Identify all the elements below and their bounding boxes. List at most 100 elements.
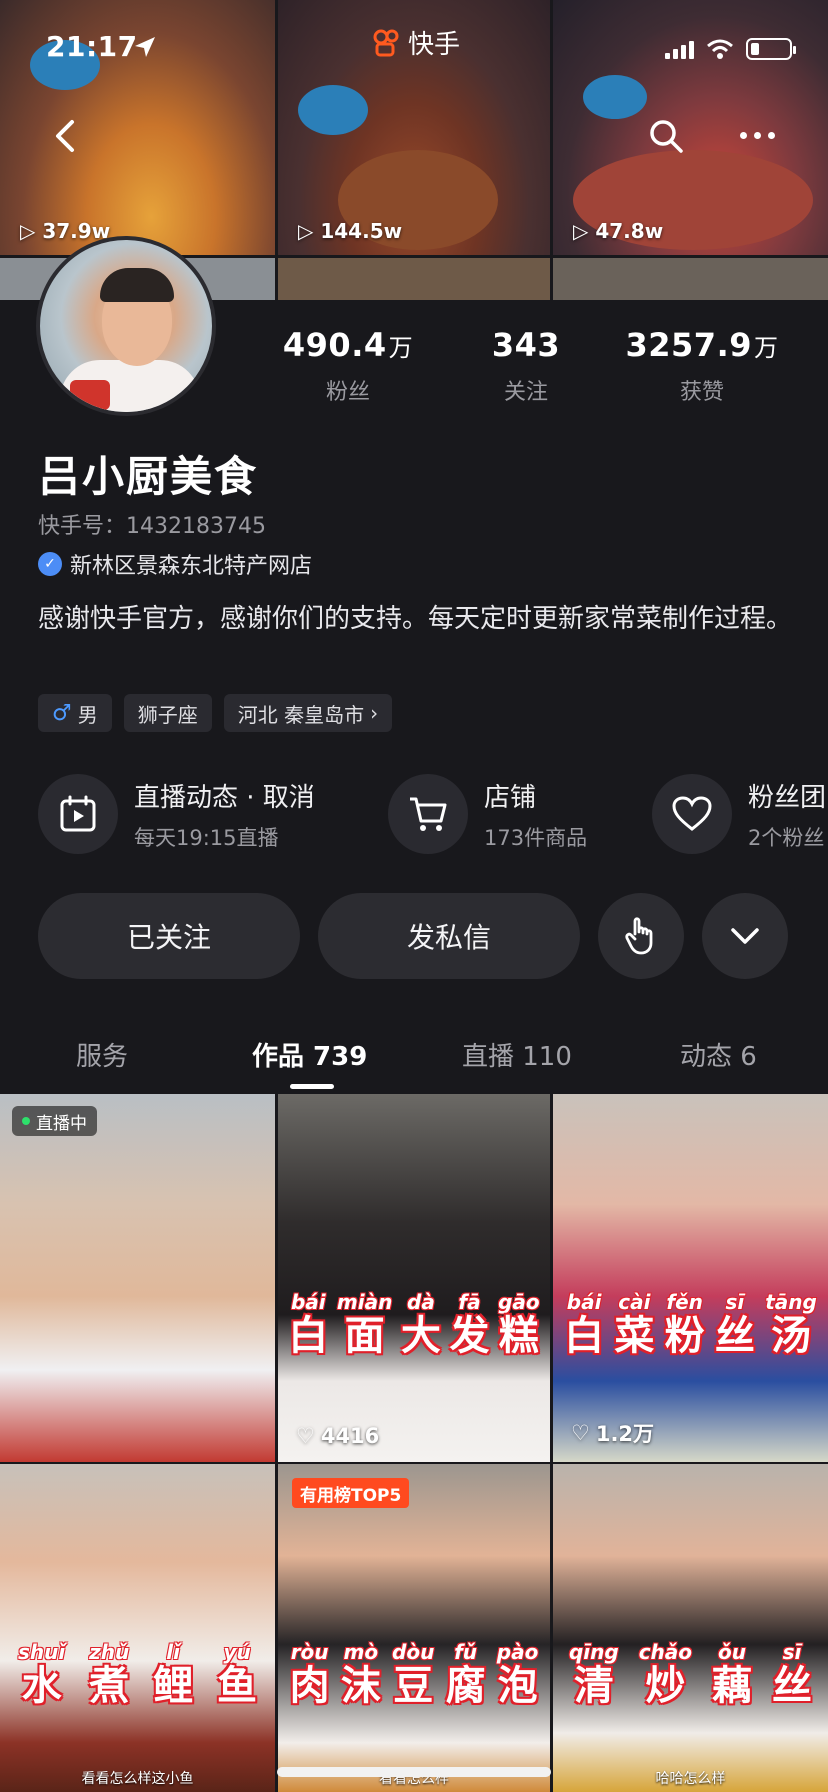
status-icons bbox=[665, 38, 796, 60]
fans-stat[interactable]: 490.4万 粉丝 bbox=[278, 326, 418, 406]
app-brand: 快手 bbox=[372, 24, 460, 61]
location-tag[interactable]: 河北 秦皇岛市 › bbox=[223, 694, 393, 732]
gesture-button[interactable] bbox=[598, 893, 684, 979]
caption-char: ròu 肉 bbox=[290, 1640, 330, 1708]
following-count: 343 bbox=[491, 326, 561, 364]
caption-hanzi: 糕 bbox=[498, 1313, 539, 1359]
play-count: ▷ 144.5w bbox=[298, 219, 403, 243]
tab-works[interactable]: 作品 739 bbox=[252, 1036, 367, 1073]
caption-hanzi: 汤 bbox=[771, 1313, 811, 1359]
video-card-4[interactable]: shuǐ 水 zhǔ 煮 lǐ 鲤 yú 鱼 看看怎么样这小鱼 bbox=[0, 1464, 275, 1792]
profile-name: 吕小厨美食 bbox=[38, 452, 259, 501]
video-caption: ròu 肉 mò 沫 dòu 豆 fǔ 腐 pào 泡 bbox=[278, 1640, 550, 1708]
zodiac-tag: 狮子座 bbox=[123, 694, 212, 732]
caption-hanzi: 炒 bbox=[645, 1663, 686, 1709]
likes-stat[interactable]: 3257.9万 获赞 bbox=[622, 326, 782, 406]
caption-pinyin: ròu bbox=[290, 1640, 329, 1664]
gender-tag: ♂ 男 bbox=[38, 694, 112, 732]
tab-moments[interactable]: 动态 6 bbox=[680, 1036, 757, 1073]
caption-char: ǒu 藕 bbox=[712, 1640, 752, 1708]
caption-pinyin: yú bbox=[223, 1640, 251, 1664]
fan-club-title: 粉丝团 bbox=[748, 782, 827, 813]
shop-verified-link[interactable]: ✓ 新林区景森东北特产网店 bbox=[38, 548, 312, 580]
live-dot-icon bbox=[22, 1117, 30, 1125]
caption-pinyin: ǒu bbox=[718, 1640, 746, 1664]
caption-hanzi: 清 bbox=[573, 1663, 614, 1709]
profile-tabs: 服务 作品 739 直播 110 动态 6 bbox=[0, 1020, 828, 1092]
caption-pinyin: gāo bbox=[498, 1290, 540, 1314]
following-stat[interactable]: 343 关注 bbox=[478, 326, 574, 406]
caption-hanzi: 水 bbox=[21, 1663, 62, 1709]
following-button[interactable]: 已关注 bbox=[38, 893, 300, 979]
caption-char: mò 沫 bbox=[341, 1640, 381, 1708]
caption-char: miàn 面 bbox=[337, 1290, 392, 1358]
video-card-3[interactable]: bái 白 cài 菜 fěn 粉 sī 丝 tāng 汤 ♡ 1.2万 bbox=[553, 1094, 828, 1462]
live-schedule-entry[interactable]: 直播动态 · 取消 每天19:15直播 bbox=[38, 774, 315, 854]
live-schedule-time: 每天19:15直播 bbox=[134, 825, 279, 850]
home-indicator[interactable] bbox=[277, 1767, 551, 1777]
bowl-image bbox=[298, 85, 368, 135]
video-caption: qīng 清 chǎo 炒 ǒu 藕 sī 丝 bbox=[553, 1640, 828, 1708]
caption-hanzi: 大 bbox=[400, 1313, 441, 1359]
caption-hanzi: 泡 bbox=[497, 1663, 538, 1709]
caption-char: lǐ 鲤 bbox=[153, 1640, 193, 1708]
caption-pinyin: cài bbox=[618, 1290, 651, 1314]
banner-video-5[interactable] bbox=[278, 258, 550, 300]
likes-label: 获赞 bbox=[679, 380, 724, 405]
shop-title: 店铺 bbox=[484, 782, 537, 813]
search-icon[interactable] bbox=[648, 118, 684, 154]
profile-tags: ♂ 男 狮子座 河北 秦皇岛市 › bbox=[38, 694, 393, 732]
caption-pinyin: dà bbox=[407, 1290, 435, 1314]
caption-hanzi: 白 bbox=[564, 1313, 605, 1359]
heart-icon bbox=[652, 774, 732, 854]
caption-pinyin: pào bbox=[496, 1640, 539, 1664]
video-caption: bái 白 cài 菜 fěn 粉 sī 丝 tāng 汤 bbox=[553, 1290, 828, 1358]
video-card-2[interactable]: bái 白 miàn 面 dà 大 fā 发 gāo 糕 ♡ 4416 bbox=[278, 1094, 550, 1462]
back-icon[interactable] bbox=[48, 118, 84, 154]
account-id: 快手号：1432183745 bbox=[38, 514, 266, 539]
caption-char: sī 丝 bbox=[772, 1640, 812, 1708]
kuaishou-logo-icon bbox=[373, 29, 399, 56]
caption-char: zhǔ 煮 bbox=[89, 1640, 129, 1708]
live-schedule-title: 直播动态 · 取消 bbox=[134, 782, 315, 813]
expand-button[interactable] bbox=[702, 893, 788, 979]
caption-char: qīng 清 bbox=[569, 1640, 619, 1708]
hand-pointer-icon bbox=[625, 917, 653, 955]
caption-hanzi: 藕 bbox=[712, 1663, 752, 1709]
caption-pinyin: dòu bbox=[392, 1640, 435, 1664]
caption-char: bái 白 bbox=[564, 1290, 604, 1358]
more-icon[interactable] bbox=[740, 132, 775, 139]
profile-bio: 感谢快手官方，感谢你们的支持。每天定时更新家常菜制作过程。 bbox=[38, 604, 793, 634]
signal-icon bbox=[665, 39, 694, 59]
caption-pinyin: mò bbox=[343, 1640, 379, 1664]
tab-live[interactable]: 直播 110 bbox=[462, 1036, 572, 1073]
caption-hanzi: 鱼 bbox=[217, 1663, 258, 1709]
wifi-icon bbox=[707, 39, 733, 59]
fan-club-entry[interactable]: 粉丝团 2个粉丝 bbox=[652, 774, 826, 854]
send-message-button[interactable]: 发私信 bbox=[318, 893, 580, 979]
fan-club-count: 2个粉丝 bbox=[748, 825, 825, 850]
brand-name: 快手 bbox=[408, 30, 461, 60]
caption-char: cài 菜 bbox=[614, 1290, 654, 1358]
following-label: 关注 bbox=[503, 380, 548, 405]
shop-goods-count: 173件商品 bbox=[484, 825, 588, 850]
caption-pinyin: zhǔ bbox=[89, 1640, 130, 1664]
caption-hanzi: 丝 bbox=[714, 1313, 755, 1359]
caption-char: shuǐ 水 bbox=[18, 1640, 65, 1708]
status-time: 21:17 bbox=[46, 30, 138, 63]
caption-pinyin: fā bbox=[458, 1290, 481, 1314]
shop-entry[interactable]: 店铺 173件商品 bbox=[388, 774, 587, 854]
video-card-6[interactable]: qīng 清 chǎo 炒 ǒu 藕 sī 丝 哈哈怎么样 bbox=[553, 1464, 828, 1792]
caption-char: pào 泡 bbox=[497, 1640, 539, 1708]
tab-service[interactable]: 服务 bbox=[76, 1036, 128, 1073]
video-card-1[interactable]: 直播中 bbox=[0, 1094, 275, 1462]
avatar[interactable] bbox=[36, 236, 216, 416]
caption-hanzi: 菜 bbox=[614, 1313, 655, 1359]
play-count: ▷ 37.9w bbox=[20, 219, 111, 243]
video-caption: bái 白 miàn 面 dà 大 fā 发 gāo 糕 bbox=[278, 1290, 550, 1358]
caption-char: tāng 汤 bbox=[765, 1290, 817, 1358]
video-card-5[interactable]: 有用榜TOP5 ròu 肉 mò 沫 dòu 豆 fǔ 腐 pào 泡 看看怎么样 bbox=[278, 1464, 550, 1792]
caption-char: fā 发 bbox=[450, 1290, 490, 1358]
tab-indicator bbox=[290, 1084, 334, 1089]
banner-video-6[interactable] bbox=[553, 258, 828, 300]
